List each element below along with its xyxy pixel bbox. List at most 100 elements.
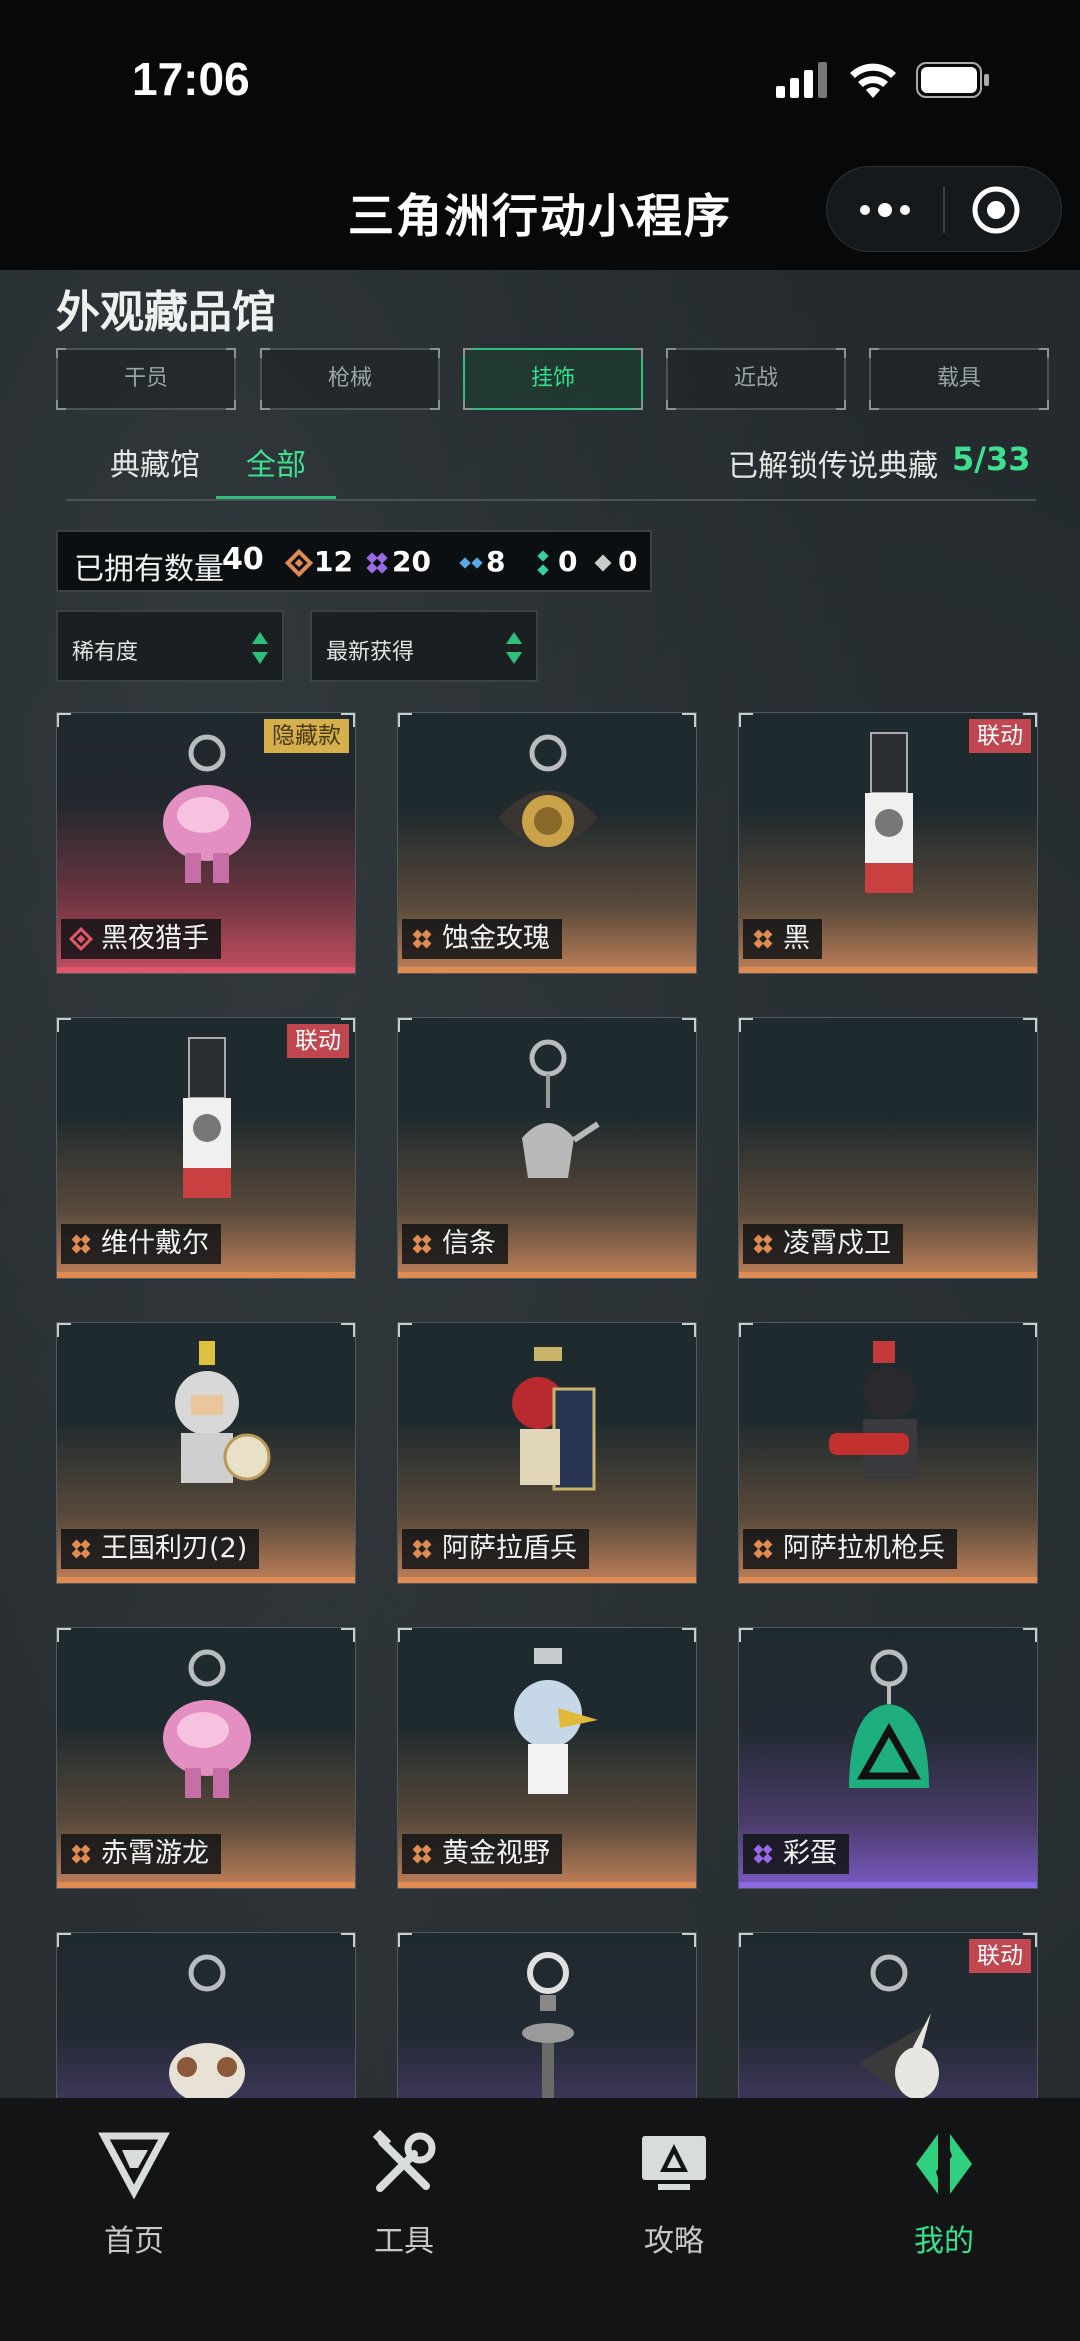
- charm-name-tag: 赤霄游龙: [61, 1834, 221, 1874]
- green-diamond-icon: [537, 550, 549, 576]
- orange-rarity-icon: [412, 929, 432, 949]
- charm-card[interactable]: 凌霄戍卫: [738, 1017, 1038, 1279]
- card-corner: [739, 1933, 753, 1947]
- tab-weapons[interactable]: 枪械: [260, 348, 440, 410]
- rarity-bar: [57, 1272, 355, 1278]
- sheep-charm-icon: [169, 1954, 245, 2103]
- charm-name: 信条: [442, 1228, 496, 1259]
- charm-card[interactable]: 赤霄游龙: [56, 1627, 356, 1889]
- subtab-collection[interactable]: 典藏馆: [110, 440, 200, 484]
- charm-card[interactable]: 隐藏款 黑夜猎手: [56, 712, 356, 974]
- rarity-bar: [739, 1577, 1037, 1583]
- orange-rarity-icon: [753, 1539, 773, 1559]
- orange-rarity-icon: [753, 1234, 773, 1254]
- charm-name: 黑: [783, 923, 810, 954]
- orange-rarity-icon: [412, 1844, 432, 1864]
- legend-unlock-count: 5/33: [952, 440, 1031, 478]
- rarity-bar: [398, 1272, 696, 1278]
- orange-rarity-icon: [71, 1234, 91, 1254]
- card-corner: [739, 1628, 753, 1642]
- card-corner: [57, 1933, 71, 1947]
- tab-corner: [430, 348, 440, 358]
- sort-label: 最新获得: [326, 640, 415, 665]
- tab-corner: [836, 348, 846, 358]
- orange-diamond-icon: [284, 548, 314, 578]
- purple-rarity-icon: [753, 1844, 773, 1864]
- nav-tools[interactable]: 工具: [314, 2128, 494, 2278]
- tab-corner: [226, 400, 236, 410]
- tab-corner: [666, 348, 676, 358]
- rarity-bar: [398, 1577, 696, 1583]
- charm-card[interactable]: 阿萨拉机枪兵: [738, 1322, 1038, 1584]
- nav-home[interactable]: 首页: [44, 2128, 224, 2278]
- tab-corner: [633, 348, 643, 358]
- knight-charm-icon: [175, 1341, 271, 1483]
- card-corner: [341, 1323, 355, 1337]
- charm-name-tag: 黑: [743, 919, 822, 959]
- charm-name: 王国利刃(2): [101, 1533, 248, 1564]
- cellular-signal-icon: [776, 62, 827, 98]
- tab-corner: [836, 400, 846, 410]
- tab-corner: [56, 348, 66, 358]
- home-logo-icon: [98, 2132, 170, 2200]
- rarity-filter-dropdown[interactable]: 稀有度: [56, 610, 284, 682]
- guide-monitor-icon: [642, 2136, 706, 2190]
- charm-card[interactable]: 王国利刃(2): [56, 1322, 356, 1584]
- tab-melee[interactable]: 近战: [666, 348, 846, 410]
- charm-card[interactable]: 彩蛋: [738, 1627, 1038, 1889]
- rarity-bar: [398, 967, 696, 973]
- charm-card[interactable]: 阿萨拉盾兵: [397, 1322, 697, 1584]
- shield-soldier-charm-icon: [512, 1347, 596, 1491]
- card-corner: [682, 1018, 696, 1032]
- charm-name-tag: 彩蛋: [743, 1834, 849, 1874]
- tab-charms[interactable]: 挂饰: [463, 348, 643, 410]
- owned-total: 40: [222, 542, 264, 577]
- red-rarity-icon: [69, 927, 93, 951]
- collab-badge: 联动: [969, 719, 1031, 753]
- card-corner: [57, 713, 71, 727]
- tab-corner: [633, 400, 643, 410]
- charm-name-tag: 维什戴尔: [61, 1224, 221, 1264]
- card-corner: [1023, 1323, 1037, 1337]
- card-charm-icon: [865, 732, 913, 893]
- nav-guide[interactable]: 攻略: [584, 2128, 764, 2278]
- charm-name: 阿萨拉机枪兵: [783, 1533, 945, 1564]
- tab-corner: [226, 348, 236, 358]
- tab-corner: [666, 400, 676, 410]
- bird-charm-icon: [514, 1648, 598, 1794]
- orange-rarity-icon: [412, 1234, 432, 1254]
- sort-arrows-icon: [506, 632, 522, 664]
- close-target-icon[interactable]: [971, 185, 1021, 235]
- tab-vehicles[interactable]: 载具: [869, 348, 1049, 410]
- rarity-bar: [398, 1882, 696, 1888]
- charm-card[interactable]: 黄金视野: [397, 1627, 697, 1889]
- card-corner: [739, 1018, 753, 1032]
- charm-name-tag: 信条: [402, 1224, 508, 1264]
- tab-corner: [869, 348, 879, 358]
- nav-profile[interactable]: 我的: [854, 2128, 1034, 2278]
- subtab-all[interactable]: 全部: [246, 440, 306, 484]
- rabbit-charm-icon: [859, 1954, 939, 2099]
- card-charm-icon: [183, 1037, 231, 1198]
- card-corner: [739, 1323, 753, 1337]
- tab-corner: [56, 400, 66, 410]
- card-corner: [1023, 1018, 1037, 1032]
- charm-card[interactable]: 联动黑: [738, 712, 1038, 974]
- rarity-filter-label: 稀有度: [72, 640, 139, 665]
- card-corner: [341, 1933, 355, 1947]
- charm-name: 蚀金玫瑰: [442, 923, 550, 954]
- bottom-navigation: 首页 工具 攻略 我的: [0, 2098, 1080, 2341]
- charm-card[interactable]: 联动 维什戴尔: [56, 1017, 356, 1279]
- charm-card[interactable]: 蚀金玫瑰: [397, 712, 697, 974]
- more-dots-icon[interactable]: [857, 197, 913, 223]
- sort-arrows-icon: [252, 632, 268, 664]
- status-time: 17:06: [132, 53, 250, 105]
- tab-operators[interactable]: 干员: [56, 348, 236, 410]
- tab-corner: [463, 400, 473, 410]
- charm-name: 黄金视野: [442, 1838, 550, 1869]
- card-corner: [682, 1933, 696, 1947]
- tab-corner: [1039, 400, 1049, 410]
- charm-card[interactable]: 信条: [397, 1017, 697, 1279]
- owned-label: 已拥有数量: [74, 552, 224, 587]
- sort-dropdown[interactable]: 最新获得: [310, 610, 538, 682]
